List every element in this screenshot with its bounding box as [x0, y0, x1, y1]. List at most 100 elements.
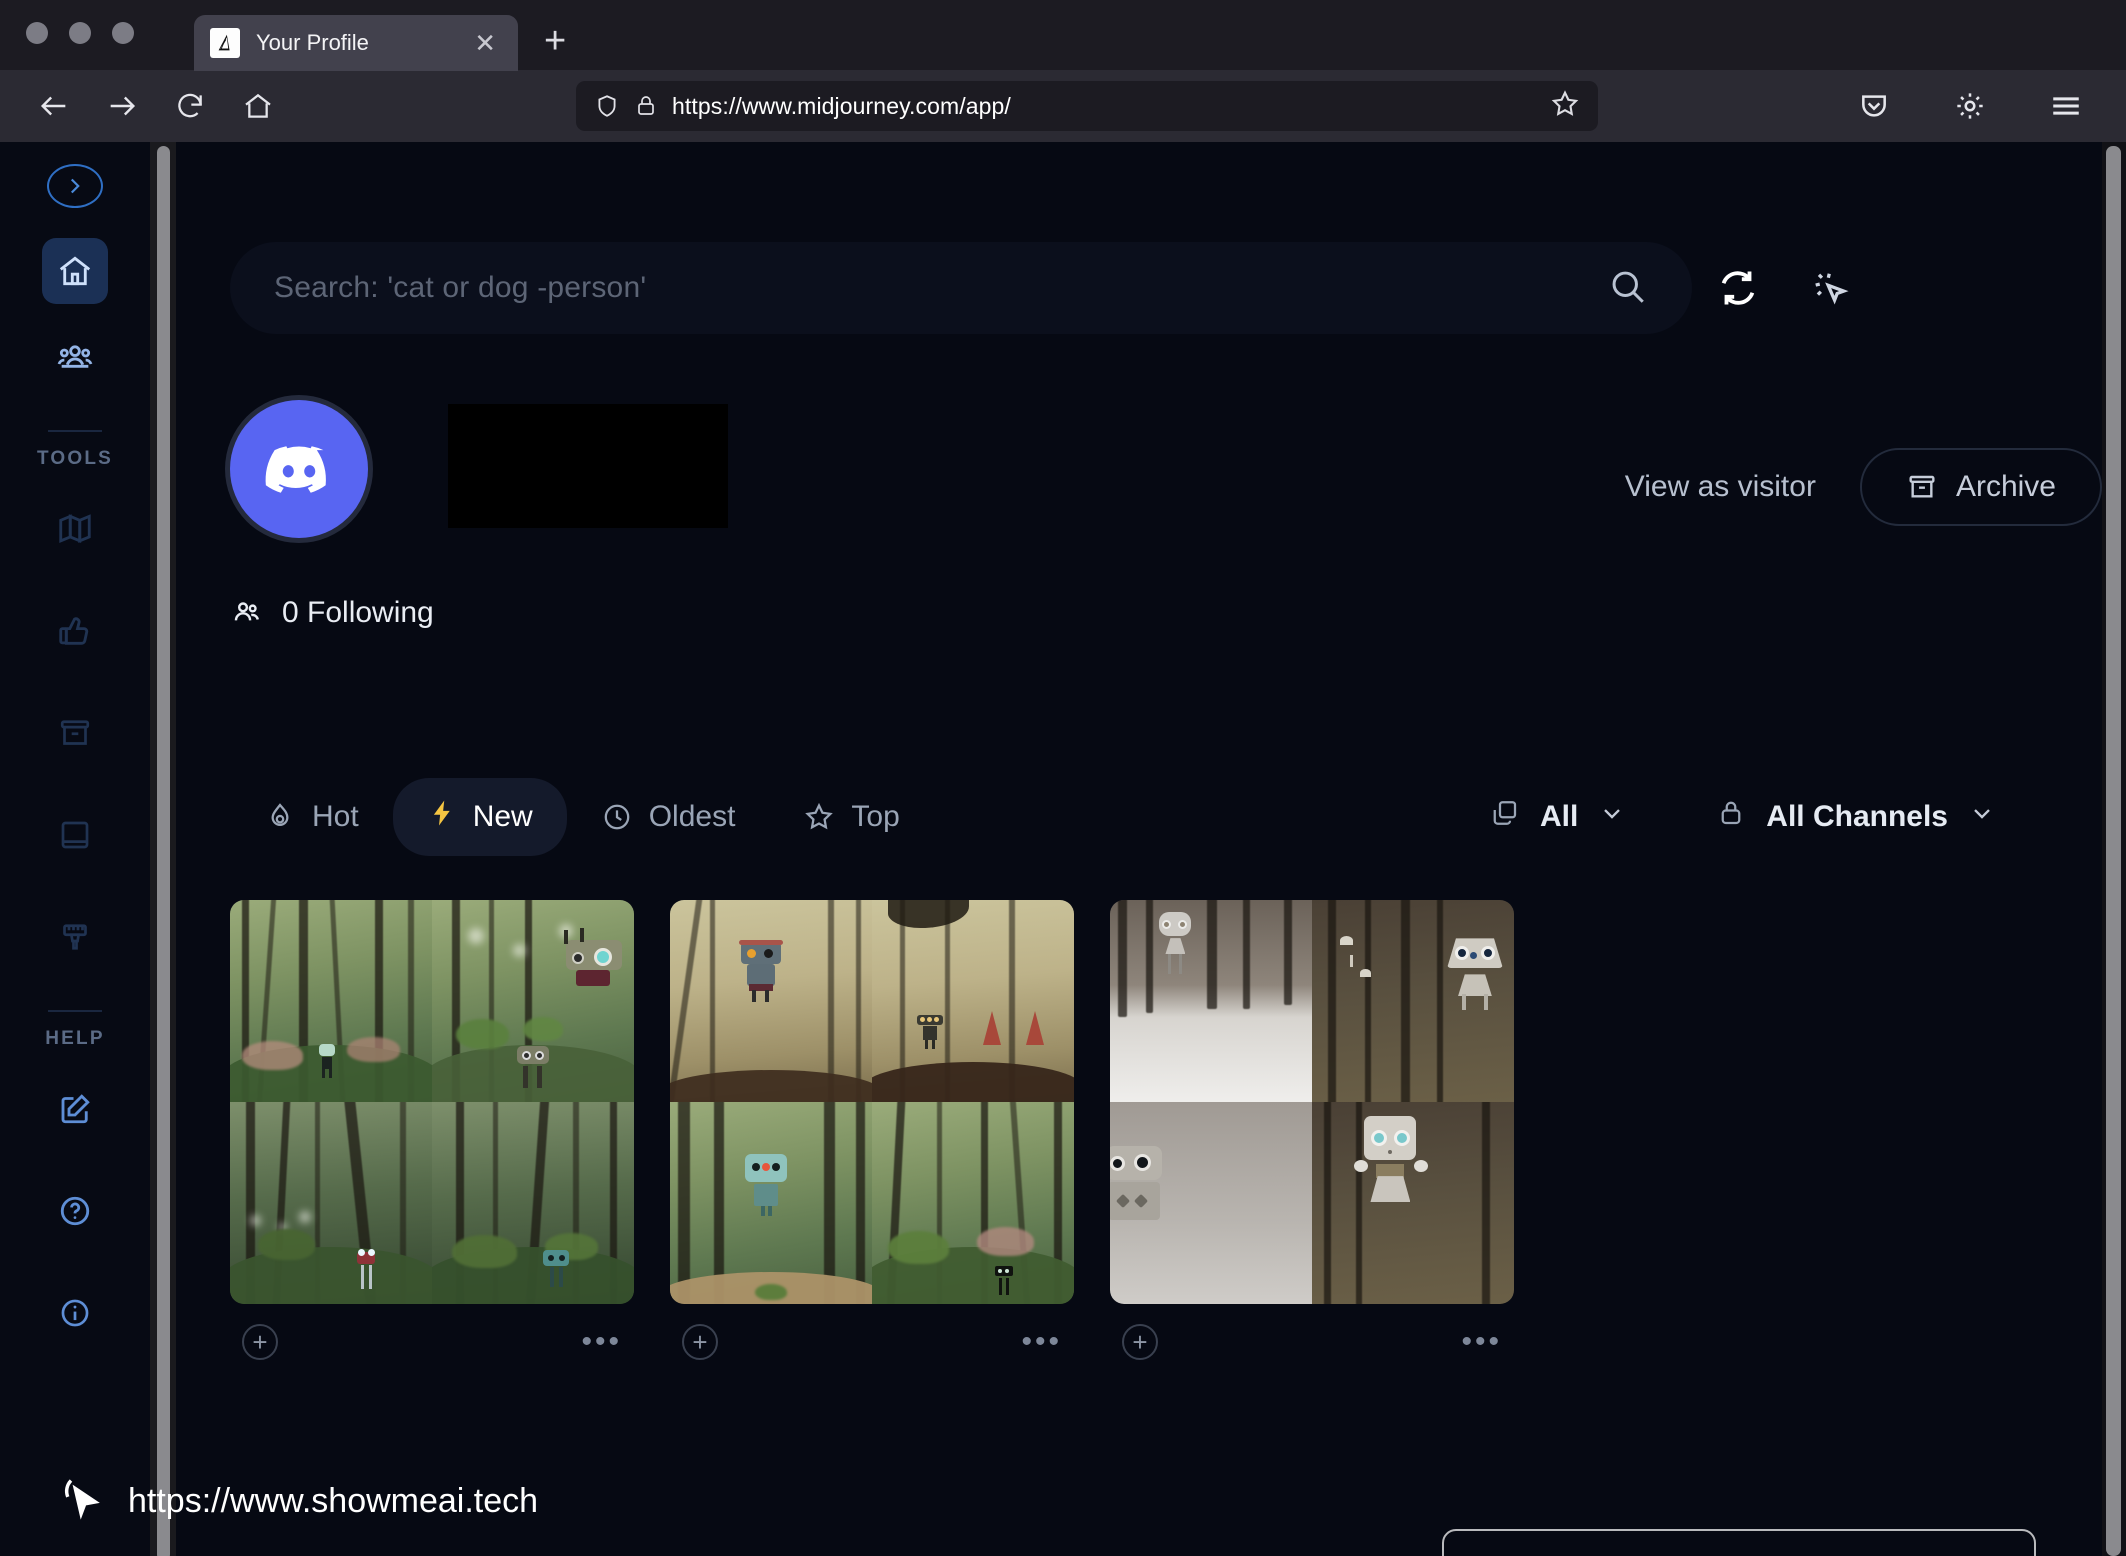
dropdown-channels-label: All Channels	[1766, 800, 1948, 833]
card-footer: + •••	[670, 1304, 1074, 1366]
sidebar-item-support[interactable]	[42, 1178, 108, 1244]
window-maximize-button[interactable]	[112, 22, 134, 44]
reload-icon[interactable]	[162, 78, 218, 134]
tab-top[interactable]: Top	[769, 780, 933, 854]
image-quad-grid[interactable]	[230, 900, 634, 1304]
username-redacted	[448, 404, 728, 528]
people-group-icon	[57, 345, 93, 368]
sidebar-section-tools-label: TOOLS	[36, 448, 114, 469]
generated-image[interactable]	[872, 900, 1074, 1102]
generated-image[interactable]	[1312, 900, 1514, 1102]
gallery-card[interactable]: + •••	[230, 900, 634, 1366]
midjourney-app: TOOLS HELP Search: 'cat or dog -person' …	[0, 142, 2126, 1556]
plus-icon[interactable]: +	[544, 22, 566, 70]
generated-image[interactable]	[1110, 900, 1312, 1102]
archive-button[interactable]: Archive	[1859, 448, 2102, 526]
scrollbar-thumb[interactable]	[2106, 146, 2121, 1556]
watermark-url-group: https://www.showmeai.tech	[58, 1473, 538, 1530]
filter-dropdowns: All All Channels	[1490, 798, 2102, 836]
search-input[interactable]: Search: 'cat or dog -person'	[230, 242, 1692, 334]
thumbs-up-icon	[59, 617, 89, 645]
browser-tab[interactable]: Your Profile ✕	[194, 15, 518, 71]
watermark-badge: 搜索 | 微信 ShowMeAI 研究中心	[1442, 1529, 2036, 1556]
more-dots-icon[interactable]: •••	[1021, 1327, 1062, 1357]
sidebar-divider-help	[48, 1010, 102, 1012]
cursor-arrow-icon	[58, 1473, 110, 1530]
generated-image[interactable]	[670, 900, 872, 1102]
lock-icon	[1716, 798, 1746, 836]
chevron-right-circle-icon[interactable]	[47, 164, 103, 208]
sidebar-item-style-tuner[interactable]	[42, 904, 108, 970]
plus-circle-icon[interactable]: +	[1122, 1324, 1158, 1360]
forward-arrow-icon[interactable]	[94, 78, 150, 134]
tab-title: Your Profile	[256, 30, 369, 55]
generated-image[interactable]	[670, 1102, 872, 1304]
sidebar-item-feedback[interactable]	[42, 1076, 108, 1142]
generated-image[interactable]	[230, 900, 432, 1102]
profile-header: View as visitor Archive	[230, 334, 2102, 538]
tab-hot[interactable]: Hot	[230, 780, 393, 854]
more-dots-icon[interactable]: •••	[1461, 1327, 1502, 1357]
generated-image[interactable]	[230, 1102, 432, 1304]
tab-top-label: Top	[851, 800, 900, 833]
plus-circle-icon[interactable]: +	[682, 1324, 718, 1360]
sidebar-item-rate[interactable]	[42, 598, 108, 664]
window-close-button[interactable]	[26, 22, 48, 44]
back-arrow-icon[interactable]	[26, 78, 82, 134]
gallery-card[interactable]: + •••	[1110, 900, 1514, 1366]
close-icon[interactable]: ✕	[468, 30, 502, 56]
search-icon	[1470, 1552, 1510, 1556]
window-traffic-lights[interactable]	[26, 0, 134, 70]
generated-image[interactable]	[1110, 1102, 1312, 1304]
select-cursor-icon[interactable]	[1784, 266, 1876, 310]
sidebar-item-docs[interactable]	[42, 802, 108, 868]
star-icon[interactable]	[1550, 89, 1580, 124]
question-circle-icon	[60, 1196, 90, 1226]
generated-image[interactable]	[1312, 1102, 1514, 1304]
avatar[interactable]	[230, 400, 368, 538]
paint-brush-icon	[63, 924, 87, 950]
plus-circle-icon[interactable]: +	[242, 1324, 278, 1360]
search-icon[interactable]	[1606, 265, 1648, 312]
map-icon	[59, 514, 91, 544]
discord-logo-icon	[265, 446, 326, 493]
page-scrollbar-right[interactable]	[2102, 142, 2126, 1556]
refresh-icon[interactable]	[1692, 265, 1784, 311]
generated-image[interactable]	[432, 900, 634, 1102]
lock-icon[interactable]	[634, 94, 658, 118]
tab-new[interactable]: New	[392, 778, 567, 856]
gallery-card[interactable]: + •••	[670, 900, 1074, 1366]
more-dots-icon[interactable]: •••	[581, 1327, 622, 1357]
info-circle-icon	[61, 1299, 89, 1327]
dropdown-all[interactable]: All	[1490, 798, 1626, 836]
archive-label: Archive	[1955, 470, 2056, 503]
left-sidebar: TOOLS HELP	[0, 142, 150, 1556]
pocket-icon[interactable]	[1846, 78, 1902, 134]
view-as-visitor-link[interactable]: View as visitor	[1625, 470, 1816, 504]
search-row: Search: 'cat or dog -person'	[230, 142, 2102, 334]
gear-icon[interactable]	[1942, 78, 1998, 134]
image-quad-grid[interactable]	[670, 900, 1074, 1304]
watermark-text: 搜索 | 微信 ShowMeAI 研究中心	[1526, 1550, 2066, 1556]
sidebar-item-archive[interactable]	[42, 700, 108, 766]
sidebar-item-home[interactable]	[42, 238, 108, 304]
sidebar-item-about[interactable]	[42, 1280, 108, 1346]
filter-row: Hot New Oldest Top All All Channels	[230, 630, 2102, 856]
generated-image[interactable]	[872, 1102, 1074, 1304]
shield-icon[interactable]	[594, 93, 620, 119]
tab-oldest[interactable]: Oldest	[567, 780, 770, 854]
people-icon	[234, 602, 259, 621]
home-icon[interactable]	[230, 78, 286, 134]
main-content: Search: 'cat or dog -person' View as vis…	[150, 142, 2126, 1556]
dropdown-channels[interactable]: All Channels	[1716, 798, 1996, 836]
profile-actions: View as visitor Archive	[1625, 400, 2102, 526]
image-quad-grid[interactable]	[1110, 900, 1514, 1304]
tab-oldest-label: Oldest	[648, 800, 736, 833]
generated-image[interactable]	[432, 1102, 634, 1304]
sidebar-item-community[interactable]	[42, 324, 108, 390]
sidebar-item-explore[interactable]	[42, 496, 108, 562]
window-minimize-button[interactable]	[69, 22, 91, 44]
archive-box-icon	[60, 720, 90, 745]
hamburger-menu-icon[interactable]	[2038, 78, 2094, 134]
address-bar[interactable]: https://www.midjourney.com/app/	[576, 81, 1598, 131]
